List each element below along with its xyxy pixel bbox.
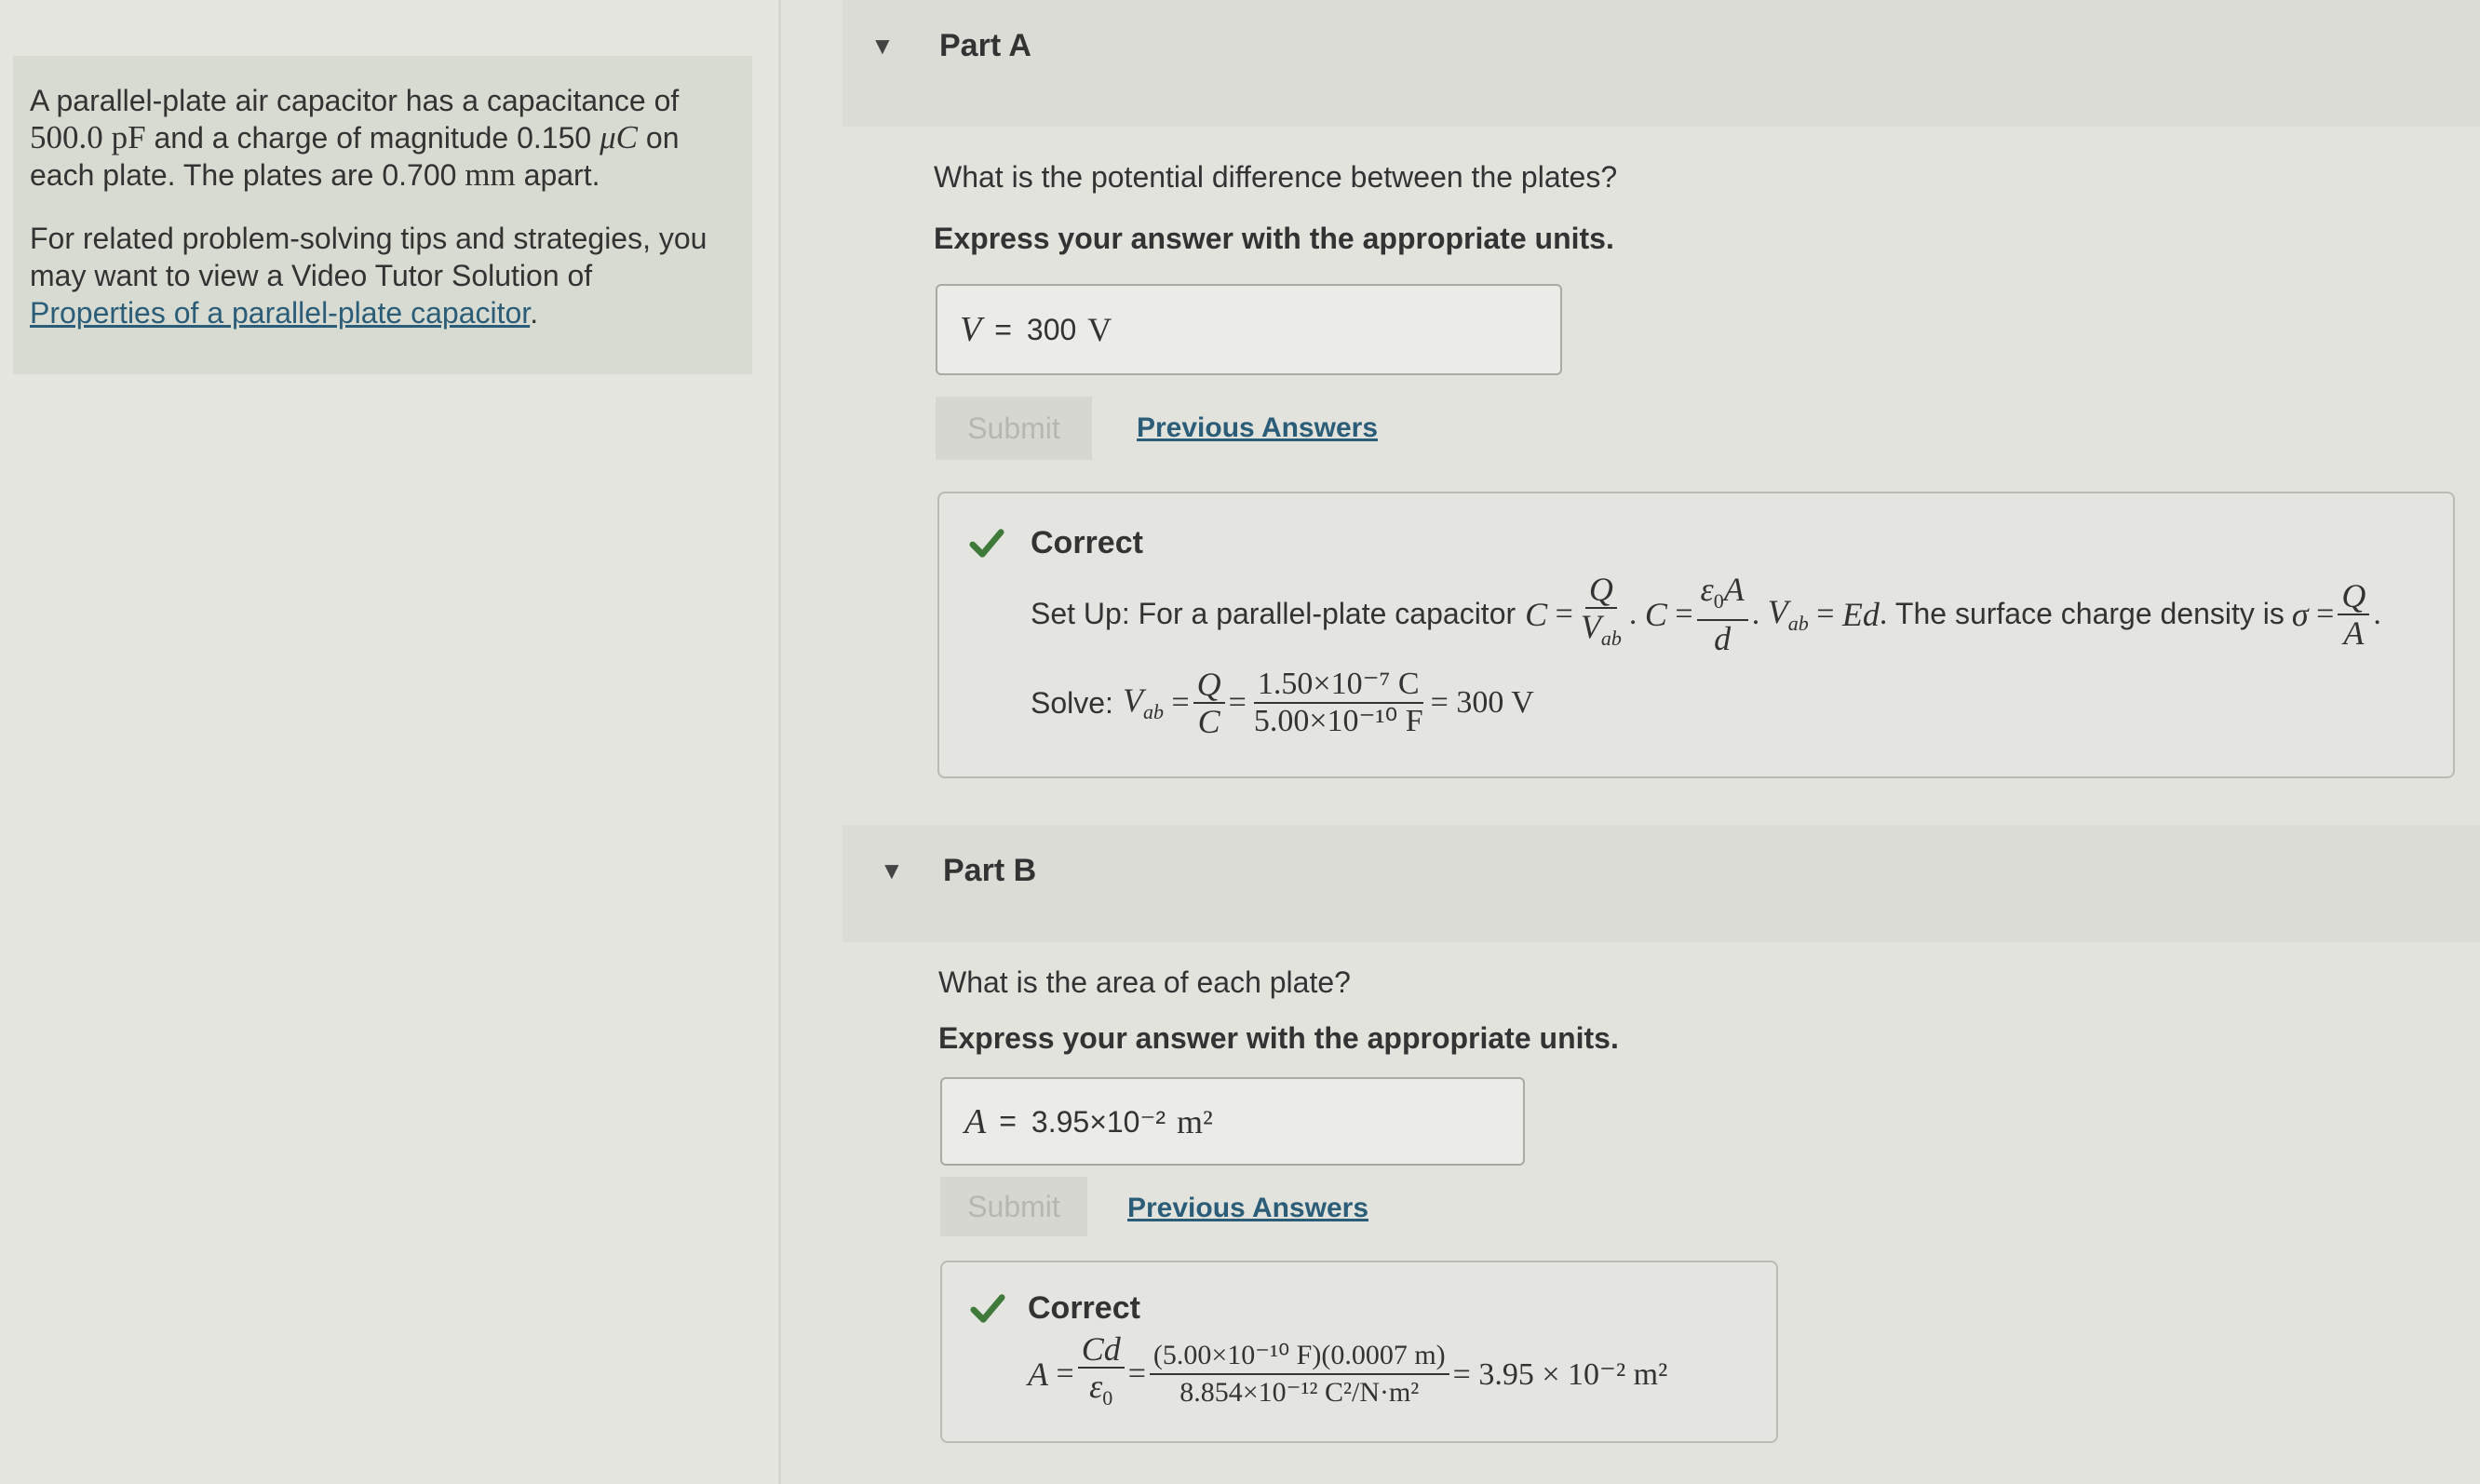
- part-a-instruction: Express your answer with the appropriate…: [934, 222, 1614, 255]
- triangle-down-icon: ▼: [870, 32, 895, 60]
- part-b-answer-field[interactable]: A = 3.95×10⁻² m²: [940, 1077, 1525, 1166]
- triangle-down-icon: ▼: [880, 857, 904, 884]
- problem-statement: A parallel-plate air capacitor has a cap…: [13, 56, 752, 374]
- part-a-header[interactable]: ▼ Part A: [842, 0, 2480, 127]
- part-b-feedback: Correct A = Cd ε0 = (5.00×10⁻¹⁰ F)(0.0007 …: [940, 1261, 1778, 1443]
- part-b-submit-button[interactable]: Submit: [940, 1177, 1087, 1236]
- problem-sidebar: A parallel-plate air capacitor has a cap…: [0, 0, 778, 1484]
- part-b-instruction: Express your answer with the appropriate…: [938, 1021, 1619, 1055]
- part-b-solution: A = Cd ε0 = (5.00×10⁻¹⁰ F)(0.0007 m) 8.854×…: [1028, 1330, 1668, 1410]
- part-b-header[interactable]: ▼ Part B: [842, 825, 2480, 942]
- checkmark-icon: [969, 529, 1004, 558]
- part-b-question: What is the area of each plate?: [938, 965, 1351, 999]
- part-b-previous-answers-link[interactable]: Previous Answers: [1127, 1193, 1368, 1224]
- part-a-question: What is the potential difference between…: [934, 160, 1618, 194]
- part-a-solve: Solve: Vab = Q C = 1.50×10⁻⁷ C 5.00×10⁻¹⁰ F…: [1031, 666, 1534, 740]
- part-a-submit-button[interactable]: Submit: [936, 397, 1092, 460]
- tips-text: For related problem-solving tips and str…: [30, 222, 708, 330]
- part-a-previous-answers-link[interactable]: Previous Answers: [1137, 412, 1378, 444]
- problem-text: A parallel-plate air capacitor has a cap…: [30, 84, 680, 193]
- part-a-feedback: Correct Set Up: For a parallel-plate cap…: [937, 492, 2455, 778]
- video-tutor-link[interactable]: Properties of a parallel-plate capacitor: [30, 296, 530, 330]
- part-a-setup: Set Up: For a parallel-plate capacitor C…: [1031, 571, 2381, 658]
- part-a-answer-field[interactable]: V = 300 V: [936, 284, 1562, 375]
- checkmark-icon: [970, 1294, 1005, 1323]
